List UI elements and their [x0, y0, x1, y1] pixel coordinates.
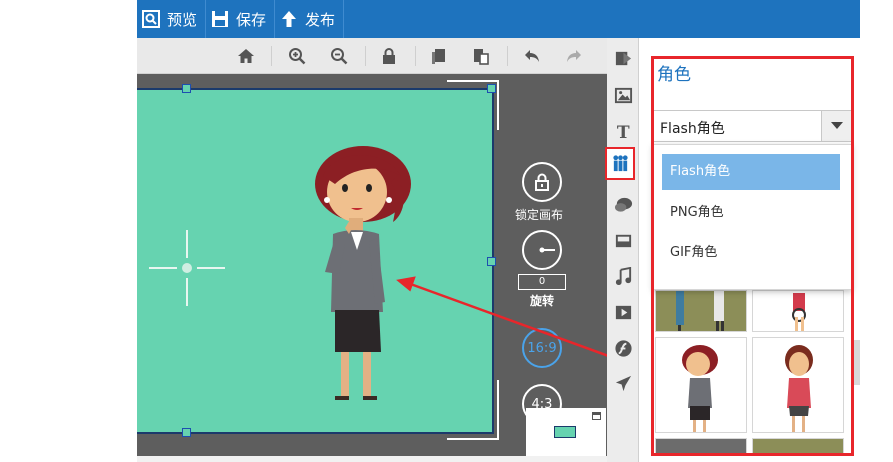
panel-highlight-frame	[651, 56, 854, 456]
copy-icon[interactable]	[429, 46, 449, 66]
airplane-icon[interactable]	[613, 373, 633, 393]
canvas-toolbar	[137, 38, 607, 74]
publish-label: 发布	[305, 10, 336, 29]
swf-icon[interactable]	[613, 338, 633, 358]
speech-bubble-icon[interactable]	[613, 195, 633, 215]
characters-icon	[613, 155, 628, 172]
minimap-viewport[interactable]	[554, 426, 576, 438]
paste-icon[interactable]	[471, 46, 491, 66]
zoom-out-icon[interactable]	[329, 46, 349, 66]
toolbar-divider	[415, 46, 416, 66]
redo-icon[interactable]	[564, 46, 584, 66]
minimap-panel[interactable]	[526, 408, 606, 462]
inbox-icon[interactable]	[613, 230, 633, 250]
editor-window: 预览 保存 发布 锁定画布 0 旋转 16:9 4:3 T 角色 Flash角色…	[0, 0, 893, 462]
video-icon[interactable]	[613, 302, 633, 322]
toolbar-divider	[365, 46, 366, 66]
toolbar-divider	[271, 46, 272, 66]
resize-handle[interactable]	[182, 428, 191, 437]
home-icon[interactable]	[236, 46, 256, 66]
publish-button[interactable]: 发布	[275, 0, 345, 38]
upload-arrow-icon	[279, 9, 299, 29]
preview-button[interactable]: 预览	[137, 0, 207, 38]
lock-icon[interactable]	[379, 46, 399, 66]
save-button[interactable]: 保存	[206, 0, 276, 38]
music-icon[interactable]	[613, 266, 633, 286]
save-icon	[210, 9, 230, 29]
preview-icon	[141, 9, 161, 29]
toolbar-divider	[507, 46, 508, 66]
top-menu-bar: 预览 保存 发布	[137, 0, 860, 38]
undo-icon[interactable]	[522, 46, 542, 66]
zoom-in-icon[interactable]	[287, 46, 307, 66]
minimize-icon[interactable]	[592, 412, 601, 420]
asset-category-strip: T	[607, 38, 639, 462]
scene-icon[interactable]	[613, 48, 633, 68]
preview-label: 预览	[167, 10, 198, 29]
save-label: 保存	[236, 10, 267, 29]
bottom-edge	[137, 456, 607, 462]
resize-handle[interactable]	[182, 84, 191, 93]
canvas-bracket	[447, 80, 499, 130]
characters-tab[interactable]	[605, 147, 635, 180]
text-icon[interactable]: T	[613, 121, 633, 141]
svg-text:T: T	[616, 123, 629, 141]
image-icon[interactable]	[613, 85, 633, 105]
crosshair-icon[interactable]	[149, 230, 225, 306]
